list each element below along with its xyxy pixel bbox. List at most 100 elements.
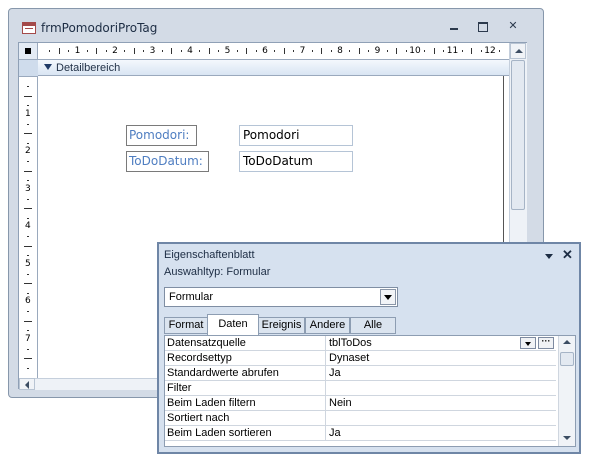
ruler-tick (208, 48, 210, 54)
ruler-tick (396, 48, 398, 54)
ruler-tick (180, 50, 182, 52)
label-pomodori[interactable]: Pomodori: (126, 125, 197, 146)
scroll-up-button[interactable] (510, 43, 526, 59)
maximize-button[interactable] (475, 19, 491, 33)
close-icon[interactable]: ✕ (562, 247, 573, 263)
property-name: Sortiert nach (167, 412, 230, 424)
scroll-down-button[interactable] (559, 432, 575, 446)
ruler-tick (330, 50, 332, 52)
ruler-number: 12 (484, 46, 496, 56)
ruler-tick (105, 50, 107, 52)
ruler-tick (27, 236, 29, 238)
ruler-number: 1 (74, 46, 81, 56)
property-name: Standardwerte abrufen (167, 367, 279, 379)
ruler-tick (24, 320, 32, 322)
ruler-tick (27, 105, 29, 107)
ruler-tick (24, 245, 32, 247)
property-row[interactable]: Sortiert nach (165, 411, 556, 426)
section-selector[interactable] (19, 60, 38, 77)
property-grid-scrollbar[interactable] (558, 336, 575, 446)
ruler-tick (27, 292, 29, 294)
close-button[interactable]: ✕ (505, 19, 521, 33)
ruler-number: 4 (187, 46, 193, 56)
property-name: Recordsettyp (167, 352, 232, 364)
property-value[interactable]: Ja (325, 426, 556, 440)
tab-daten[interactable]: Daten (207, 314, 259, 335)
ruler-tick (311, 50, 313, 52)
object-selector-value: Formular (169, 291, 214, 303)
ruler-tick (27, 180, 29, 182)
chevron-down-icon[interactable] (380, 289, 396, 305)
scroll-thumb[interactable] (560, 352, 574, 366)
tab-ereignis[interactable]: Ereignis (258, 317, 305, 334)
textbox-todo-datum[interactable]: ToDoDatum (239, 151, 353, 172)
arrow-up-icon (563, 340, 571, 344)
ruler-tick (433, 48, 435, 54)
tab-format[interactable]: Format (164, 317, 208, 334)
ruler-tick (24, 208, 32, 210)
property-row[interactable]: Beim Laden sortieren Ja (165, 426, 556, 441)
selection-type-line: Auswahltyp: Formular (164, 266, 270, 278)
ruler-tick (143, 50, 145, 52)
ruler-tick (480, 50, 482, 52)
minimize-button[interactable] (446, 19, 462, 33)
property-row[interactable]: Recordsettyp Dynaset (165, 351, 556, 366)
property-row[interactable]: Filter (165, 381, 556, 396)
ruler-tick (471, 48, 473, 54)
section-label: Detailbereich (56, 62, 121, 74)
ruler-tick (443, 50, 445, 52)
ruler-tick (236, 50, 238, 52)
ruler-tick (405, 50, 407, 52)
ruler-number: 8 (337, 46, 343, 56)
ruler-tick (27, 217, 29, 219)
property-row[interactable]: Standardwerte abrufen Ja (165, 366, 556, 381)
scroll-thumb[interactable] (511, 60, 525, 210)
property-value[interactable] (325, 381, 556, 395)
ruler-number: 11 (446, 46, 459, 56)
chevron-down-icon[interactable] (545, 254, 553, 259)
property-value[interactable]: Ja (325, 366, 556, 380)
ruler-tick (424, 50, 426, 52)
object-selector-combo[interactable]: Formular (164, 287, 398, 307)
maximize-icon (475, 22, 491, 32)
arrow-left-icon (25, 381, 29, 389)
ruler-tick (27, 367, 29, 369)
label-todo-datum[interactable]: ToDoDatum: (126, 151, 209, 172)
minimize-icon (446, 28, 462, 30)
scroll-left-button[interactable] (19, 378, 35, 390)
property-row[interactable]: Datensatzquelle tblToDos ··· (165, 336, 556, 351)
property-row[interactable]: Beim Laden filtern Nein (165, 396, 556, 411)
textbox-pomodori[interactable]: Pomodori (239, 125, 353, 146)
tab-alle[interactable]: Alle (350, 317, 396, 334)
selection-type-label: Auswahltyp: (164, 266, 224, 278)
ruler-tick (199, 50, 201, 52)
form-icon (22, 22, 36, 34)
ruler-tick (24, 283, 32, 285)
selection-type-value: Formular (226, 266, 271, 278)
ruler-tick (24, 133, 32, 135)
ruler-tick (96, 48, 98, 54)
ruler-tick (349, 50, 351, 52)
chevron-down-icon[interactable] (520, 337, 536, 349)
ruler-tick (461, 50, 463, 52)
ruler-tick (27, 273, 29, 275)
ruler-tick (161, 50, 163, 52)
ruler-number: 6 (262, 46, 268, 56)
form-selector-button[interactable] (19, 43, 38, 60)
ellipsis-icon[interactable]: ··· (538, 337, 554, 349)
vertical-ruler[interactable]: 1 2 3 4 5 6 7 (19, 60, 38, 378)
horizontal-ruler[interactable]: 1 2 3 4 5 6 7 8 9 10 11 12 (38, 43, 509, 60)
section-header-detail[interactable]: Detailbereich (38, 60, 509, 76)
property-value[interactable]: Nein (325, 396, 556, 410)
ruler-number: 7 (25, 333, 31, 344)
scroll-up-button[interactable] (559, 336, 575, 350)
property-value[interactable] (325, 411, 556, 425)
ruler-number: 2 (112, 46, 118, 56)
property-value[interactable]: Dynaset (325, 351, 556, 365)
ruler-tick (27, 311, 29, 313)
window-titlebar[interactable]: frmPomodoriProTag ✕ (9, 9, 543, 39)
tab-andere[interactable]: Andere (305, 317, 350, 334)
property-sheet: Eigenschaftenblatt ✕ Auswahltyp: Formula… (157, 242, 581, 454)
ruler-tick (358, 48, 360, 54)
ruler-number: 4 (25, 221, 31, 231)
